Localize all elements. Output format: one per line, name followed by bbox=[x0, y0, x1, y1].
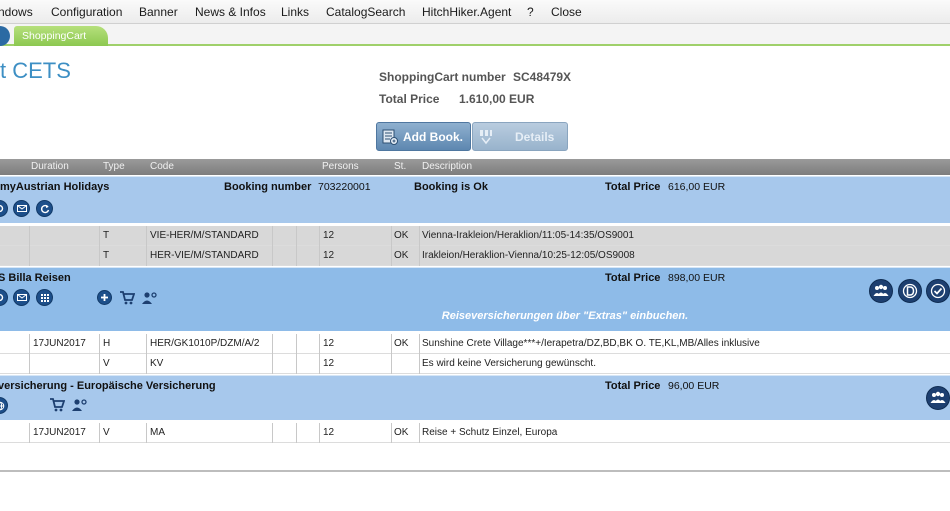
cell-type: T bbox=[103, 250, 110, 261]
person-add-icon[interactable] bbox=[141, 290, 157, 306]
column-duration[interactable]: Duration bbox=[31, 161, 69, 172]
group-total-label: Total Price bbox=[605, 380, 661, 392]
page-title: t CETS bbox=[0, 58, 71, 83]
cell-type: H bbox=[103, 338, 111, 349]
column-persons[interactable]: Persons bbox=[322, 161, 359, 172]
menu-configuration[interactable]: Configuration bbox=[51, 5, 122, 19]
booking-group-austrian[interactable]: myAustrian Holidays Booking number 70322… bbox=[0, 176, 950, 223]
menu-windows[interactable]: ndows bbox=[0, 5, 33, 19]
cell-type: T bbox=[103, 230, 110, 241]
menu-bar: ndows Configuration Banner News & Infos … bbox=[0, 0, 950, 24]
booking-number-label: Booking number bbox=[224, 181, 312, 193]
tab-strip: ShoppingCart bbox=[0, 24, 950, 46]
booking-group-insurance[interactable]: versicherung - Europäische Versicherung … bbox=[0, 375, 950, 420]
menu-links[interactable]: Links bbox=[281, 5, 309, 19]
cell-status: OK bbox=[394, 338, 409, 349]
cell-code: VIE-HER/M/STANDARD bbox=[150, 230, 259, 241]
cart-icon[interactable] bbox=[119, 290, 135, 306]
menu-banner[interactable]: Banner bbox=[139, 5, 178, 19]
cell-type: V bbox=[103, 427, 110, 438]
group-total-label: Total Price bbox=[605, 181, 661, 193]
cell-status: OK bbox=[394, 230, 409, 241]
menu-hitchhiker-agent[interactable]: HitchHiker.Agent bbox=[422, 5, 511, 19]
cell-description: Vienna-Irakleion/Heraklion/11:05-14:35/O… bbox=[422, 230, 634, 241]
cell-persons: 12 bbox=[323, 358, 335, 369]
grid-column-header: Duration Type Code Persons St. Descripti… bbox=[0, 159, 950, 175]
total-price-label: Total Price bbox=[379, 92, 440, 106]
cell-persons: 12 bbox=[323, 338, 335, 349]
booking-status: Booking is Ok bbox=[414, 181, 488, 193]
cell-code: HER/GK1010P/DZM/A/2 bbox=[150, 338, 260, 349]
insurance-notice: Reiseversicherungen über "Extras" einbuc… bbox=[441, 310, 689, 322]
details-button[interactable]: Details bbox=[472, 122, 568, 151]
table-row[interactable]: 17JUN2017 H HER/GK1010P/DZM/A/2 12 OK Su… bbox=[0, 334, 950, 354]
table-row[interactable]: T HER-VIE/M/STANDARD 12 OK Irakleion/Her… bbox=[0, 246, 950, 266]
menu-close[interactable]: Close bbox=[551, 5, 582, 19]
cell-persons: 12 bbox=[323, 427, 335, 438]
group-total-value: 898,00 EUR bbox=[668, 272, 726, 284]
column-code[interactable]: Code bbox=[150, 161, 174, 172]
mail-icon[interactable] bbox=[13, 200, 30, 217]
tab-shoppingcart[interactable]: ShoppingCart bbox=[14, 26, 109, 46]
mail-icon[interactable] bbox=[13, 289, 30, 306]
cell-description: Sunshine Crete Village***+/Ierapetra/DZ,… bbox=[422, 338, 760, 349]
cell-type: V bbox=[103, 358, 110, 369]
menu-news-infos[interactable]: News & Infos bbox=[195, 5, 266, 19]
menu-help[interactable]: ? bbox=[527, 5, 534, 19]
cart-icon[interactable] bbox=[49, 397, 65, 413]
cell-description: Irakleion/Heraklion-Vienna/10:25-12:05/O… bbox=[422, 250, 635, 261]
table-row[interactable]: V KV 12 Es wird keine Versicherung gewün… bbox=[0, 354, 950, 374]
group-total-value: 96,00 EUR bbox=[668, 380, 720, 392]
cell-status: OK bbox=[394, 250, 409, 261]
add-booking-label: Add Book. bbox=[403, 129, 463, 144]
column-description[interactable]: Description bbox=[422, 161, 472, 172]
cell-code: MA bbox=[150, 427, 165, 438]
check-icon[interactable] bbox=[926, 279, 950, 303]
group-icon[interactable] bbox=[869, 279, 893, 303]
booking-group-billa[interactable]: S Billa Reisen Total Price 898,00 EUR Re… bbox=[0, 267, 950, 331]
table-row[interactable]: T VIE-HER/M/STANDARD 12 OK Vienna-Irakle… bbox=[0, 226, 950, 246]
cell-persons: 12 bbox=[323, 230, 335, 241]
menu-catalogsearch[interactable]: CatalogSearch bbox=[326, 5, 405, 19]
person-add-icon[interactable] bbox=[71, 397, 87, 413]
group-icon[interactable] bbox=[926, 386, 950, 410]
grid-bottom-divider bbox=[0, 470, 950, 472]
column-type[interactable]: Type bbox=[103, 161, 125, 172]
info-icon[interactable] bbox=[0, 200, 8, 217]
add-book-icon bbox=[381, 128, 399, 146]
group-title: S Billa Reisen bbox=[0, 272, 71, 284]
grid-icon[interactable] bbox=[36, 289, 53, 306]
details-label: Details bbox=[515, 129, 555, 144]
cell-date: 17JUN2017 bbox=[33, 427, 86, 438]
refresh-icon[interactable] bbox=[36, 200, 53, 217]
cart-number-label: ShoppingCart number bbox=[379, 70, 506, 84]
group-title: versicherung - Europäische Versicherung bbox=[0, 380, 216, 392]
cart-number-value: SC48479X bbox=[513, 70, 572, 84]
cell-status: OK bbox=[394, 427, 409, 438]
total-price-value: 1.610,00 EUR bbox=[459, 92, 535, 106]
d-icon[interactable] bbox=[898, 279, 922, 303]
add-booking-button[interactable]: Add Book. bbox=[376, 122, 471, 151]
cell-code: HER-VIE/M/STANDARD bbox=[150, 250, 259, 261]
group-title: myAustrian Holidays bbox=[0, 181, 110, 193]
table-row[interactable]: 17JUN2017 V MA 12 OK Reise + Schutz Einz… bbox=[0, 423, 950, 443]
cell-date: 17JUN2017 bbox=[33, 338, 86, 349]
cell-persons: 12 bbox=[323, 250, 335, 261]
cell-description: Reise + Schutz Einzel, Europa bbox=[422, 427, 558, 438]
plus-icon[interactable] bbox=[97, 290, 112, 305]
tab-previous[interactable] bbox=[0, 26, 10, 46]
group-total-label: Total Price bbox=[605, 272, 661, 284]
info-icon[interactable] bbox=[0, 289, 8, 306]
app-window: ndows Configuration Banner News & Infos … bbox=[0, 0, 950, 511]
group-total-value: 616,00 EUR bbox=[668, 181, 726, 193]
booking-number-value: 703220001 bbox=[318, 181, 371, 193]
globe-icon[interactable] bbox=[0, 397, 8, 414]
cell-description: Es wird keine Versicherung gewünscht. bbox=[422, 358, 596, 369]
details-icon bbox=[477, 128, 495, 146]
cell-code: KV bbox=[150, 358, 164, 369]
column-status[interactable]: St. bbox=[394, 161, 406, 172]
